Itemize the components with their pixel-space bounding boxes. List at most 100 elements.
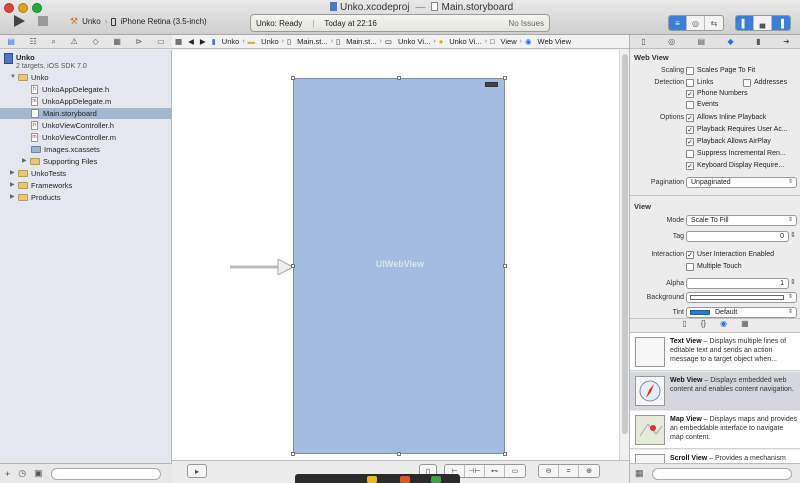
search-icon[interactable]: ⌕ — [51, 37, 55, 47]
debug-navigator-icon[interactable]: ▦ — [113, 37, 121, 46]
web-view[interactable]: UIWebView — [293, 78, 505, 454]
grid-view-icon[interactable]: ▦ — [635, 468, 644, 479]
utilities-toggle-icon[interactable]: ▐ — [772, 16, 790, 30]
jump-item-project[interactable]: Unko — [219, 37, 243, 46]
storyboard-canvas[interactable]: UIWebView — [172, 50, 619, 460]
events-checkbox[interactable] — [686, 101, 694, 109]
assistant-editor-icon[interactable]: ◎ — [687, 16, 705, 30]
nav-item-viewcontroller-m[interactable]: m UnkoViewController.m — [0, 132, 171, 143]
nav-item-products[interactable]: ▶ Products — [0, 192, 171, 203]
allows-inline-playback-checkbox[interactable]: ✓ — [686, 114, 694, 122]
related-items-icon[interactable]: ▦ — [172, 37, 185, 46]
canvas-vertical-scrollbar[interactable] — [619, 50, 629, 460]
library-item-map-view[interactable]: Map View – Displays maps and provides an… — [630, 411, 800, 449]
media-library-icon[interactable]: ▦ — [741, 319, 749, 331]
zoom-window-button[interactable] — [32, 3, 42, 13]
disclosure-open-icon[interactable]: ▼ — [10, 72, 18, 83]
background-color-well[interactable]: ⇕ — [686, 292, 797, 303]
scheme-selector[interactable]: ⚒ Unko › iPhone Retina (3.5-inch) — [70, 16, 207, 27]
dock-app-icon[interactable] — [400, 476, 410, 483]
multiple-touch-checkbox[interactable] — [686, 263, 694, 271]
jump-item-group[interactable]: Unko — [258, 37, 282, 46]
keyboard-display-requires-checkbox[interactable]: ✓ — [686, 162, 694, 170]
nav-item-images-xcassets[interactable]: Images.xcassets — [0, 144, 171, 155]
nav-item-unkotests[interactable]: ▶ UnkoTests — [0, 168, 171, 179]
pin-icon[interactable]: ⊣⊢ — [465, 465, 485, 477]
user-interaction-enabled-checkbox[interactable]: ✓ — [686, 251, 694, 259]
tag-field[interactable]: 0 — [686, 231, 789, 242]
code-snippet-library-icon[interactable]: {} — [701, 319, 706, 331]
project-navigator-icon[interactable]: ▤ — [7, 37, 15, 46]
log-navigator-icon[interactable]: ▭ — [157, 37, 165, 46]
nav-item-appdelegate-h[interactable]: h UnkoAppDelegate.h — [0, 84, 171, 95]
navigator-toggle-icon[interactable]: ▌ — [736, 16, 754, 30]
resize-handle[interactable] — [291, 452, 295, 456]
alpha-field[interactable]: 1 — [686, 278, 789, 289]
playback-allows-airplay-checkbox[interactable]: ✓ — [686, 138, 694, 146]
tint-select[interactable]: Default ⇕ — [686, 307, 797, 318]
resizing-icon[interactable]: ▭ — [505, 465, 525, 477]
add-icon[interactable]: + — [5, 469, 10, 479]
symbol-navigator-icon[interactable]: ☷ — [30, 37, 37, 46]
attributes-inspector-icon[interactable]: ◆ — [728, 37, 734, 46]
tag-stepper-icon[interactable]: ⇕ — [790, 231, 796, 239]
alpha-stepper-icon[interactable]: ⇕ — [790, 278, 796, 286]
stop-icon[interactable] — [36, 14, 50, 28]
forward-icon[interactable]: ▶ — [197, 37, 209, 46]
addresses-checkbox[interactable] — [743, 79, 751, 87]
library-filter-field[interactable] — [652, 468, 792, 480]
zoom-fit-icon[interactable]: = — [559, 465, 579, 477]
quick-help-icon[interactable]: ◎ — [668, 37, 675, 46]
playback-requires-user-action-checkbox[interactable]: ✓ — [686, 126, 694, 134]
suppress-incremental-rendering-checkbox[interactable] — [686, 150, 694, 158]
jump-item-scene[interactable]: Unko Vi... — [395, 37, 433, 46]
identity-inspector-icon[interactable]: ▤ — [698, 37, 706, 46]
issue-navigator-icon[interactable]: ⚠ — [71, 37, 78, 46]
debug-area-toggle-icon[interactable]: ▄ — [754, 16, 772, 30]
phone-numbers-checkbox[interactable]: ✓ — [686, 90, 694, 98]
library-item-text-view[interactable]: Text View – Displays multiple lines of e… — [630, 333, 800, 371]
document-outline-toggle-icon[interactable]: ▸ — [187, 464, 207, 478]
nav-item-supporting-files[interactable]: ▶ Supporting Files — [0, 156, 171, 167]
resolve-icon[interactable]: ⊷ — [485, 465, 505, 477]
resize-handle[interactable] — [291, 76, 295, 80]
test-navigator-icon[interactable]: ◇ — [93, 37, 99, 46]
run-icon[interactable] — [12, 14, 26, 28]
disclosure-closed-icon[interactable]: ▶ — [10, 192, 18, 203]
file-inspector-icon[interactable]: ▯ — [641, 37, 645, 46]
zoom-out-icon[interactable]: ⊖ — [539, 465, 559, 477]
jump-item-storyboard[interactable]: Main.st... — [294, 37, 330, 46]
nav-item-unko-folder[interactable]: ▼ Unko — [0, 72, 171, 83]
scroll-thumb[interactable] — [622, 54, 628, 434]
resize-handle[interactable] — [503, 76, 507, 80]
jump-item-view[interactable]: View — [497, 37, 519, 46]
dock-app-icon[interactable] — [367, 476, 377, 483]
mode-select[interactable]: Scale To Fill ⇕ — [686, 215, 797, 226]
close-window-button[interactable] — [4, 3, 14, 13]
resize-handle[interactable] — [397, 76, 401, 80]
object-library-icon[interactable]: ◉ — [720, 319, 727, 331]
resize-handle[interactable] — [397, 452, 401, 456]
nav-item-frameworks[interactable]: ▶ Frameworks — [0, 180, 171, 191]
version-editor-icon[interactable]: ⇆ — [705, 16, 723, 30]
back-icon[interactable]: ◀ — [185, 37, 197, 46]
file-template-library-icon[interactable]: ▯ — [682, 319, 686, 331]
nav-item-main-storyboard[interactable]: Main.storyboard — [0, 108, 171, 119]
connections-inspector-icon[interactable]: ➜ — [783, 37, 790, 46]
library-item-web-view[interactable]: Web View – Displays embedded web content… — [630, 372, 800, 410]
disclosure-closed-icon[interactable]: ▶ — [22, 156, 30, 167]
standard-editor-icon[interactable]: ≡ — [669, 16, 687, 30]
resize-handle[interactable] — [503, 452, 507, 456]
resize-handle[interactable] — [291, 264, 295, 268]
pagination-select[interactable]: Unpaginated ⇕ — [686, 177, 797, 188]
zoom-in-icon[interactable]: ⊕ — [579, 465, 599, 477]
resize-handle[interactable] — [503, 264, 507, 268]
minimize-window-button[interactable] — [18, 3, 28, 13]
disclosure-closed-icon[interactable]: ▶ — [10, 168, 18, 179]
nav-item-viewcontroller-h[interactable]: h UnkoViewController.h — [0, 120, 171, 131]
source-control-icon[interactable]: ▣ — [34, 468, 43, 479]
dock-app-icon[interactable] — [431, 476, 441, 483]
disclosure-closed-icon[interactable]: ▶ — [10, 180, 18, 191]
jump-item-controller[interactable]: Unko Vi... — [446, 37, 484, 46]
links-checkbox[interactable] — [686, 79, 694, 87]
